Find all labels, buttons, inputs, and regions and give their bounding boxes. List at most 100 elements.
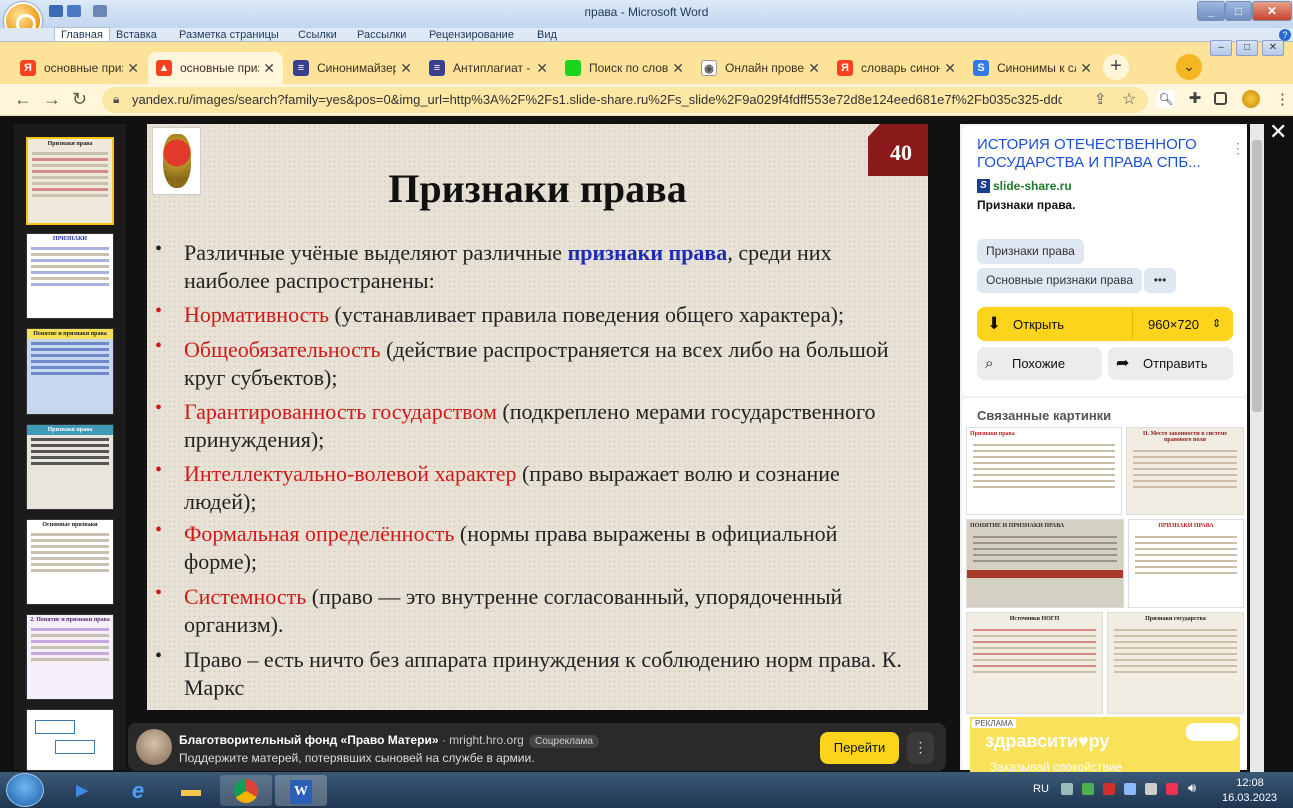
site-favicon-icon: S — [977, 179, 990, 193]
tag-chip[interactable]: Основные признаки права — [977, 268, 1142, 293]
browser-maximize-button[interactable]: □ — [1236, 40, 1258, 56]
close-tab-icon[interactable]: ✕ — [940, 60, 956, 77]
share-icon[interactable]: ⇪ — [1094, 90, 1107, 108]
bullet-marker: • — [155, 582, 163, 604]
more-tags-button[interactable]: ••• — [1144, 268, 1176, 293]
image-size-select[interactable]: 960×720 — [1148, 317, 1199, 332]
clock-time[interactable]: 12:08 — [1228, 777, 1272, 789]
close-tab-icon[interactable]: ✕ — [259, 60, 275, 77]
language-indicator[interactable]: RU — [1033, 783, 1049, 795]
ribbon-tab-references[interactable]: Ссылки — [298, 28, 337, 42]
related-image-title: ПРИЗНАКИ ПРАВА — [1158, 523, 1214, 529]
related-image[interactable]: Признаки государства — [1107, 612, 1244, 714]
word-minimize-button[interactable]: _ — [1197, 1, 1225, 21]
share-button[interactable]: ➦ Отправить — [1108, 347, 1233, 380]
ribbon-tab-review[interactable]: Рецензирование — [429, 28, 514, 42]
browser-tab[interactable]: ◉ Онлайн провер ✕ — [693, 52, 828, 84]
chrome-taskbar-button[interactable] — [220, 775, 272, 806]
thumbnail[interactable] — [26, 709, 114, 771]
bookmark-star-icon[interactable]: ☆ — [1122, 89, 1136, 109]
source-site-link[interactable]: slide-share.ru — [993, 179, 1072, 193]
tray-icon[interactable] — [1103, 783, 1115, 795]
scrollbar-thumb[interactable] — [1252, 140, 1262, 412]
close-tab-icon[interactable]: ✕ — [804, 60, 820, 77]
extensions-puzzle-icon[interactable]: ✚ — [1186, 90, 1204, 108]
browser-tab[interactable]: S Синонимы к сл ✕ — [965, 52, 1100, 84]
browser-tab[interactable]: ≡ Антиплагиат - Г ✕ — [421, 52, 556, 84]
browser-tab-active[interactable]: ▲ основные призн ✕ — [148, 52, 283, 84]
kebab-menu-icon[interactable]: ⋮ — [1231, 140, 1245, 157]
tray-icon[interactable] — [1145, 783, 1157, 795]
source-title-link[interactable]: ИСТОРИЯ ОТЕЧЕСТВЕННОГО ГОСУДАРСТВА И ПРА… — [977, 136, 1217, 174]
extension-search-icon[interactable]: 🔍︎ — [1157, 90, 1175, 108]
word-maximize-button[interactable]: □ — [1225, 1, 1252, 21]
related-image[interactable]: Признаки права — [966, 427, 1122, 515]
ad-badge[interactable] — [1186, 723, 1238, 741]
ribbon-tab-insert[interactable]: Вставка — [116, 28, 157, 42]
thumbnail[interactable]: Понятие и признаки права — [26, 328, 114, 415]
close-tab-icon[interactable]: ✕ — [668, 60, 684, 77]
thumbnail-title: ПРИЗНАКИ — [52, 236, 88, 242]
new-tab-icon[interactable]: + — [1103, 54, 1129, 80]
slide-intro: Различные учёные выделяют различные приз… — [184, 240, 832, 293]
related-image[interactable]: ПРИЗНАКИ ПРАВА — [1128, 519, 1244, 608]
side-panel-icon[interactable] — [1214, 92, 1227, 105]
related-image[interactable]: II. Место законности в системе правового… — [1126, 427, 1244, 515]
browser-tab[interactable]: Я словарь синони ✕ — [829, 52, 964, 84]
similar-search-icon: ⌕ — [985, 355, 994, 372]
ribbon-tab-page-layout[interactable]: Разметка страницы — [179, 28, 279, 42]
related-image-title: Источники НОГП — [1009, 616, 1060, 622]
related-image[interactable]: ПОНЯТИЕ И ПРИЗНАКИ ПРАВА — [966, 519, 1124, 608]
chrome-icon — [234, 779, 258, 803]
tag-chip[interactable]: Признаки права — [977, 239, 1084, 264]
ribbon-tab-mailings[interactable]: Рассылки — [357, 28, 406, 42]
start-button[interactable] — [6, 773, 44, 807]
url-text[interactable]: yandex.ru/images/search?family=yes&pos=0… — [132, 92, 1062, 107]
volume-icon[interactable]: 🔊︎ — [1188, 780, 1196, 796]
thumbnail[interactable]: Основные признаки — [26, 519, 114, 605]
related-image-title: Признаки права — [970, 431, 1015, 437]
browser-tab[interactable]: Поиск по слова ✕ — [557, 52, 692, 84]
word-close-button[interactable]: ✕ — [1252, 1, 1292, 21]
internet-explorer-icon[interactable]: e — [112, 775, 164, 806]
browser-close-button[interactable]: ✕ — [1262, 40, 1284, 56]
media-player-icon[interactable]: ▶ — [56, 775, 108, 806]
ribbon-tab-home[interactable]: Главная — [54, 27, 110, 41]
tab-label: Антиплагиат - Г — [453, 61, 533, 75]
banner-go-button[interactable]: Перейти — [820, 732, 899, 764]
thumbnail[interactable]: Признаки права — [26, 424, 114, 510]
tray-icon[interactable] — [1166, 783, 1178, 795]
tray-icon[interactable] — [1061, 783, 1073, 795]
bullet-marker: • — [155, 459, 163, 481]
tray-icon[interactable] — [1082, 783, 1094, 795]
thumbnail[interactable]: 2. Понятие и признаки права — [26, 614, 114, 700]
tray-icon[interactable] — [1124, 783, 1136, 795]
browser-tab[interactable]: ≡ Синонимайзер ✕ — [285, 52, 420, 84]
close-tab-icon[interactable]: ✕ — [532, 60, 548, 77]
close-viewer-icon[interactable]: ✕ — [1269, 119, 1287, 145]
tab-label: основные призн — [180, 61, 259, 75]
file-explorer-icon[interactable]: ▬ — [165, 775, 217, 806]
green-square-icon — [565, 60, 581, 76]
back-arrow-icon[interactable]: ← — [14, 89, 32, 110]
similar-button[interactable]: ⌕ Похожие — [977, 347, 1102, 380]
thumbnail[interactable]: Признаки права — [26, 137, 114, 225]
reload-icon[interactable]: ↻ — [72, 89, 87, 110]
forward-arrow-icon[interactable]: → — [43, 89, 61, 110]
word-taskbar-button[interactable]: W — [275, 775, 327, 806]
clock-date[interactable]: 16.03.2023 — [1222, 792, 1277, 804]
close-tab-icon[interactable]: ✕ — [123, 60, 139, 77]
chevron-down-icon[interactable]: ⌄ — [1176, 54, 1202, 80]
thumbnail[interactable]: ПРИЗНАКИ — [26, 233, 114, 319]
related-image[interactable]: Источники НОГП — [966, 612, 1103, 714]
ribbon-tab-view[interactable]: Вид — [537, 28, 557, 42]
close-tab-icon[interactable]: ✕ — [396, 60, 412, 77]
thumbnail-title: Понятие и признаки права — [27, 329, 113, 339]
browser-tab[interactable]: Я основные призн ✕ — [12, 52, 147, 84]
browser-minimize-button[interactable]: – — [1210, 40, 1232, 56]
profile-avatar[interactable] — [1242, 90, 1260, 108]
kebab-menu-icon[interactable]: ⋮ — [1275, 90, 1290, 108]
tab-label: Онлайн провер — [725, 61, 805, 75]
kebab-menu-icon[interactable]: ⋮ — [907, 732, 934, 764]
close-tab-icon[interactable]: ✕ — [1076, 60, 1092, 77]
